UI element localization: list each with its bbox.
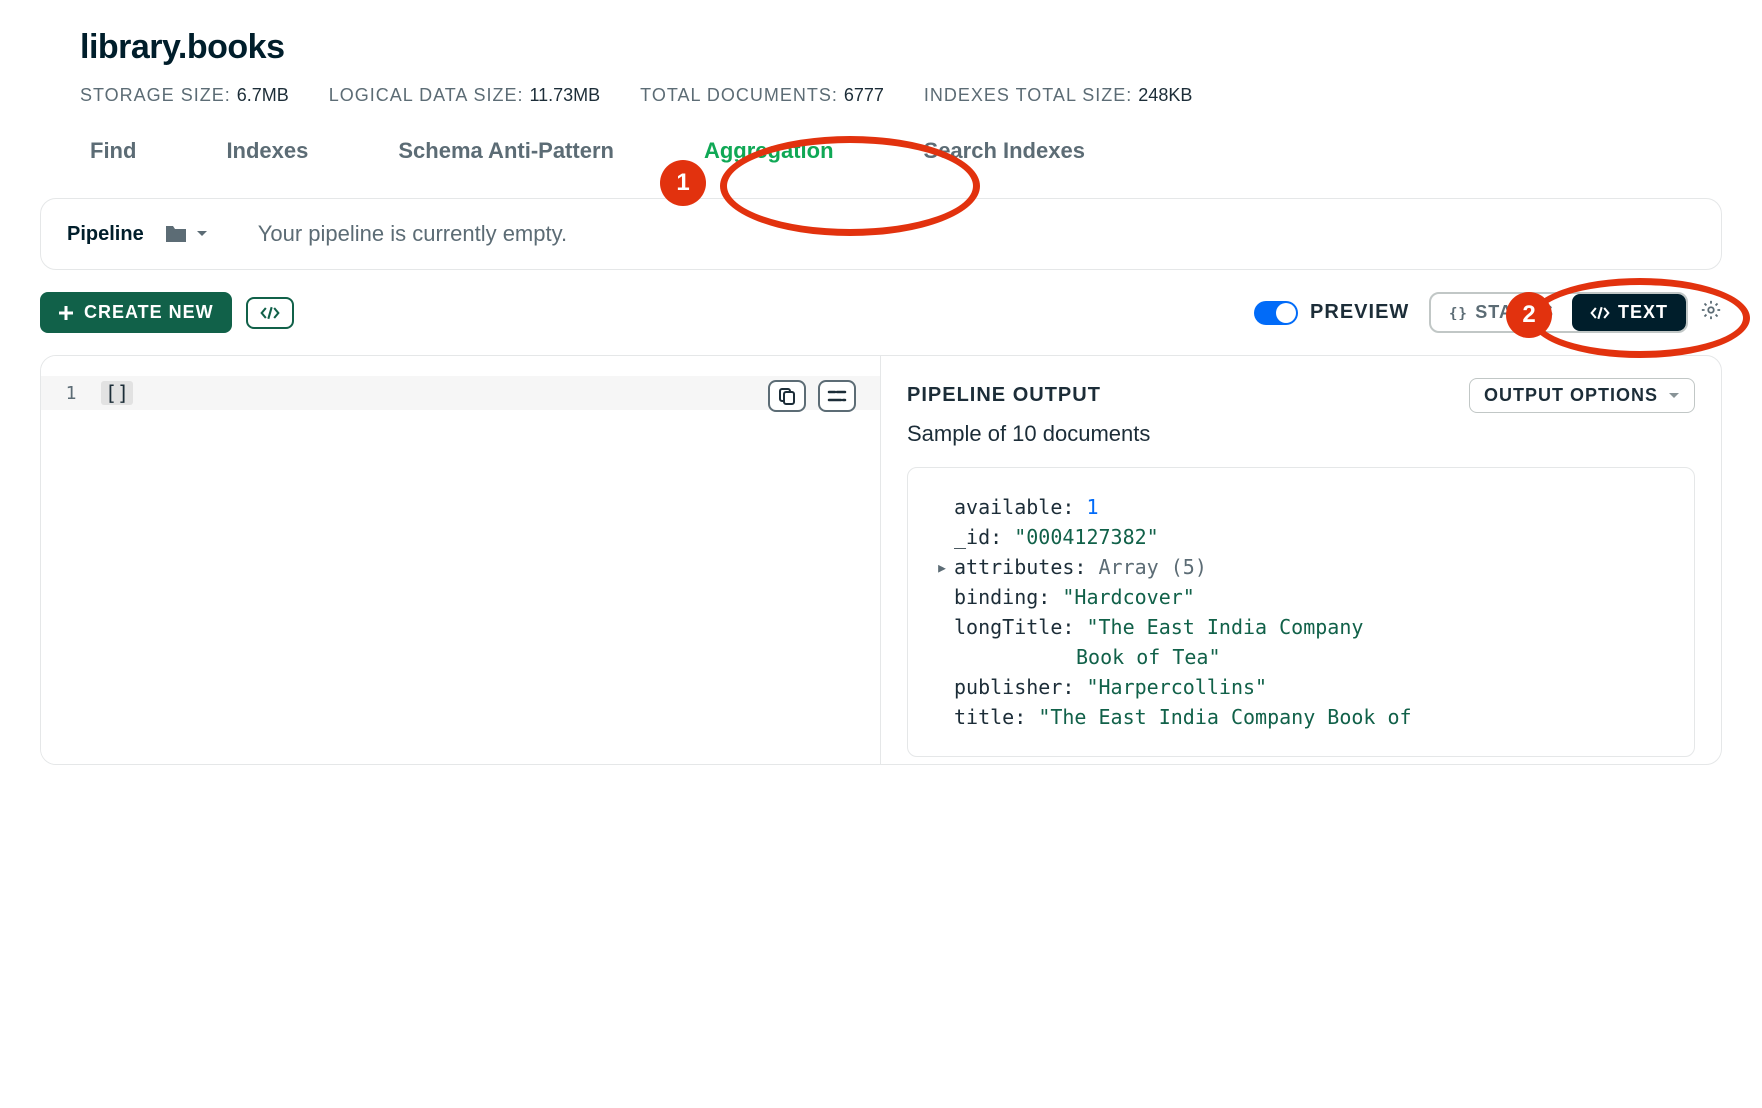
format-button[interactable] <box>818 380 856 412</box>
mode-text[interactable]: TEXT <box>1572 294 1686 331</box>
stat-docs-value: 6777 <box>844 85 884 106</box>
create-new-button[interactable]: CREATE NEW <box>40 292 232 333</box>
doc-value-longtitle-1: "The East India Company <box>1086 615 1363 639</box>
tab-indexes[interactable]: Indexes <box>226 134 308 168</box>
output-options-button[interactable]: OUTPUT OPTIONS <box>1469 378 1695 413</box>
preview-toggle-group: PREVIEW <box>1254 301 1409 325</box>
settings-button[interactable] <box>1700 299 1722 326</box>
page-title: library.books <box>80 28 1722 67</box>
pipeline-bar: Pipeline Your pipeline is currently empt… <box>40 198 1722 270</box>
doc-value-available: 1 <box>1086 495 1098 519</box>
pipeline-folder-dropdown[interactable] <box>164 224 208 244</box>
stats-row: STORAGE SIZE: 6.7MB LOGICAL DATA SIZE: 1… <box>80 85 1722 106</box>
editor-pane[interactable]: 1 [] <box>41 356 881 764</box>
doc-key-publisher: publisher <box>954 675 1062 699</box>
document-card: available: 1 _id: "0004127382" ▸attribut… <box>907 467 1695 757</box>
output-title: PIPELINE OUTPUT <box>907 384 1101 407</box>
stat-docs-label: TOTAL DOCUMENTS: <box>640 85 838 106</box>
pipeline-label: Pipeline <box>67 223 144 246</box>
stat-logical: LOGICAL DATA SIZE: 11.73MB <box>329 85 600 106</box>
chevron-down-icon <box>1668 392 1680 400</box>
tab-find[interactable]: Find <box>90 134 136 168</box>
tab-search-indexes[interactable]: Search Indexes <box>924 134 1085 168</box>
stat-idx-label: INDEXES TOTAL SIZE: <box>924 85 1132 106</box>
preview-toggle[interactable] <box>1254 301 1298 325</box>
stat-idx: INDEXES TOTAL SIZE: 248KB <box>924 85 1192 106</box>
stat-storage: STORAGE SIZE: 6.7MB <box>80 85 289 106</box>
create-new-label: CREATE NEW <box>84 302 214 323</box>
format-icon <box>827 389 847 403</box>
braces-icon: {} <box>1449 306 1467 320</box>
doc-key-title: title <box>954 705 1014 729</box>
preview-label: PREVIEW <box>1310 301 1409 324</box>
stat-docs: TOTAL DOCUMENTS: 6777 <box>640 85 884 106</box>
doc-value-binding: "Hardcover" <box>1062 585 1194 609</box>
doc-key-binding: binding <box>954 585 1038 609</box>
controls-row: CREATE NEW PREVIEW {} STAGES TEXT <box>40 292 1722 333</box>
annotation-badge-1: 1 <box>660 160 706 206</box>
code-button[interactable] <box>246 297 294 329</box>
expand-caret-icon[interactable]: ▸ <box>936 552 948 582</box>
copy-button[interactable] <box>768 380 806 412</box>
editor-area: 1 [] PIPELINE OUTPUT OUTPUT OPTIONS <box>40 355 1722 765</box>
stat-logical-label: LOGICAL DATA SIZE: <box>329 85 524 106</box>
sample-text: Sample of 10 documents <box>907 421 1695 447</box>
code-icon <box>1590 306 1610 320</box>
doc-key-attributes: attributes <box>954 555 1074 579</box>
toggle-knob <box>1276 303 1296 323</box>
code-icon <box>260 305 280 321</box>
output-options-label: OUTPUT OPTIONS <box>1484 385 1658 406</box>
doc-value-longtitle-2: Book of Tea" <box>1076 645 1221 669</box>
doc-key-available: available <box>954 495 1062 519</box>
line-number: 1 <box>41 383 101 404</box>
stat-logical-value: 11.73MB <box>529 85 600 106</box>
editor-line: 1 [] <box>41 376 880 410</box>
tab-aggregation[interactable]: Aggregation <box>704 134 834 168</box>
doc-value-title: "The East India Company Book of <box>1038 705 1411 729</box>
tab-schema-anti-pattern[interactable]: Schema Anti-Pattern <box>398 134 614 168</box>
doc-value-attributes: Array (5) <box>1099 555 1207 579</box>
gear-icon <box>1700 299 1722 321</box>
doc-key-id: _id <box>954 525 990 549</box>
stat-idx-value: 248KB <box>1138 85 1192 106</box>
output-pane: PIPELINE OUTPUT OUTPUT OPTIONS Sample of… <box>881 356 1721 764</box>
stat-storage-value: 6.7MB <box>237 85 289 106</box>
editor-content: [] <box>101 381 133 405</box>
doc-key-longtitle: longTitle <box>954 615 1062 639</box>
annotation-badge-2: 2 <box>1506 292 1552 338</box>
tabs: Find Indexes Schema Anti-Pattern Aggrega… <box>90 134 1722 168</box>
chevron-down-icon <box>196 230 208 238</box>
pipeline-empty-text: Your pipeline is currently empty. <box>258 221 567 247</box>
folder-icon <box>164 224 188 244</box>
view-mode-pill: {} STAGES TEXT <box>1429 292 1688 333</box>
copy-icon <box>778 387 796 405</box>
doc-value-id: "0004127382" <box>1014 525 1159 549</box>
svg-text:{}: {} <box>1449 306 1467 320</box>
doc-value-publisher: "Harpercollins" <box>1086 675 1267 699</box>
plus-icon <box>58 305 74 321</box>
stat-storage-label: STORAGE SIZE: <box>80 85 231 106</box>
mode-text-label: TEXT <box>1618 302 1668 323</box>
